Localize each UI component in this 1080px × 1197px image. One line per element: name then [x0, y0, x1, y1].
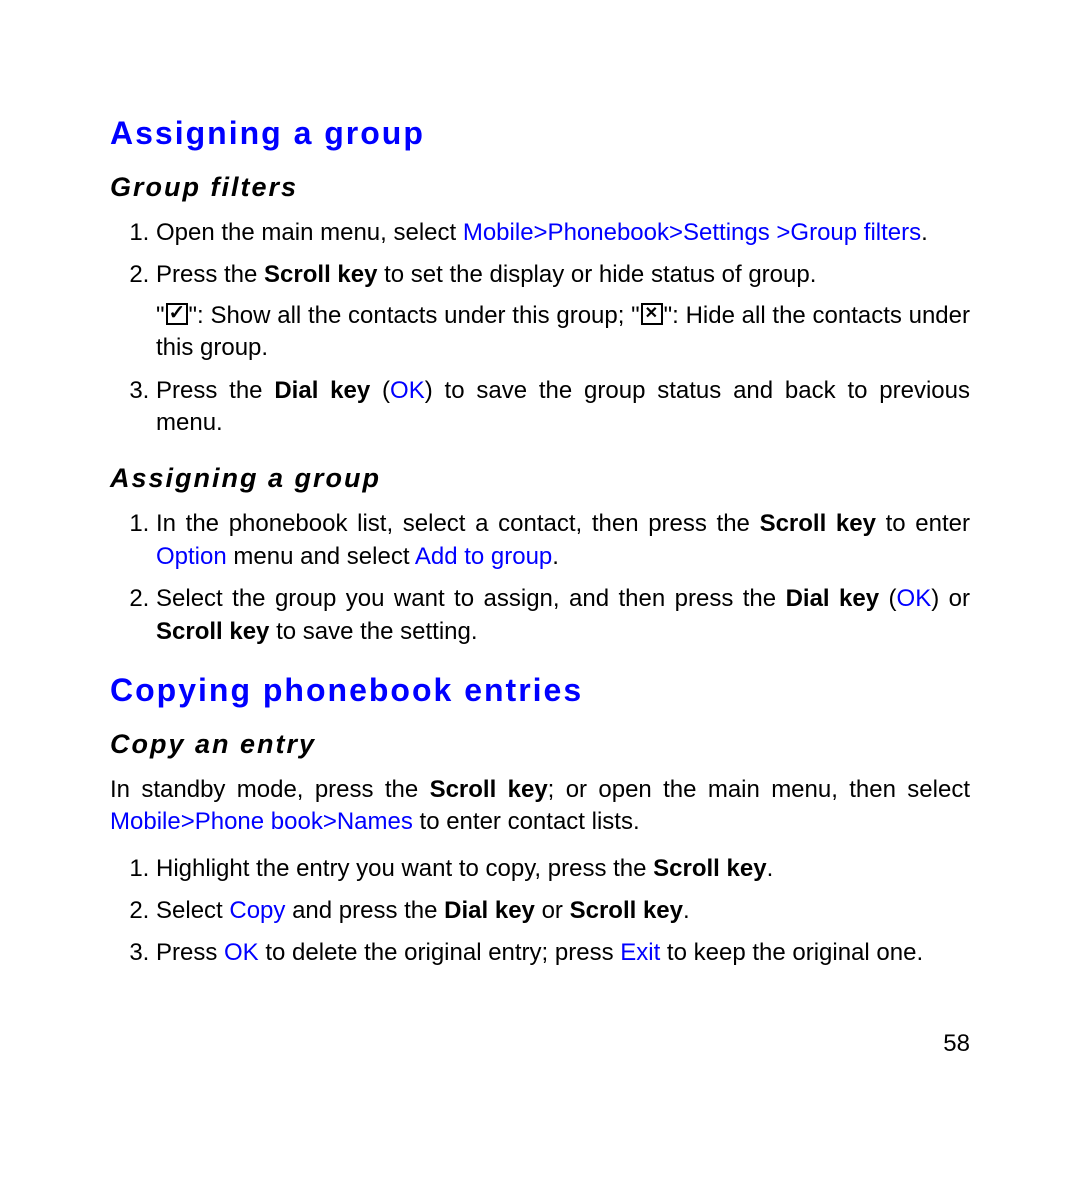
- list-item: Open the main menu, select Mobile>Phoneb…: [156, 217, 970, 249]
- text: .: [921, 219, 928, 246]
- key-name: Scroll key: [264, 261, 377, 288]
- text: Select the group you want to assign, and…: [156, 585, 786, 612]
- list-item: Press the Scroll key to set the display …: [156, 259, 970, 364]
- section-heading-copying-phonebook: Copying phonebook entries: [110, 672, 970, 709]
- text: to enter contact lists.: [413, 808, 640, 835]
- key-name: Dial key: [274, 377, 370, 404]
- page-number: 58: [110, 1030, 970, 1058]
- text: (: [879, 585, 896, 612]
- assigning-group-steps: In the phonebook list, select a contact,…: [110, 508, 970, 648]
- text: to save the setting.: [269, 618, 477, 645]
- menu-item: Add to group: [415, 543, 552, 570]
- key-name: Scroll key: [156, 618, 269, 645]
- copy-entry-steps: Highlight the entry you want to copy, pr…: [110, 853, 970, 970]
- group-filters-steps: Open the main menu, select Mobile>Phoneb…: [110, 217, 970, 439]
- text: ; or open the main menu, then select: [548, 776, 970, 803]
- list-item: Press OK to delete the original entry; p…: [156, 937, 970, 969]
- text: to enter: [876, 510, 970, 537]
- subsection-heading-copy-entry: Copy an entry: [110, 729, 970, 760]
- text: Select: [156, 897, 229, 924]
- softkey: OK: [224, 939, 259, 966]
- softkey: OK: [390, 377, 425, 404]
- key-name: Dial key: [444, 897, 535, 924]
- list-item: Press the Dial key (OK) to save the grou…: [156, 375, 970, 440]
- key-name: Scroll key: [570, 897, 683, 924]
- key-name: Scroll key: [653, 855, 766, 882]
- menu-path: Mobile>Phonebook>Settings >Group filters: [463, 219, 921, 246]
- list-item: Select the group you want to assign, and…: [156, 583, 970, 648]
- copy-entry-intro: In standby mode, press the Scroll key; o…: [110, 774, 970, 839]
- text: ) or: [931, 585, 970, 612]
- key-name: Scroll key: [760, 510, 876, 537]
- menu-path: Mobile>Phone book>Names: [110, 808, 413, 835]
- checked-box-icon: [166, 303, 188, 325]
- text: In the phonebook list, select a contact,…: [156, 510, 760, 537]
- menu-item: Option: [156, 543, 227, 570]
- step-note: " ": Show all the contacts under this gro…: [156, 300, 970, 365]
- key-name: Dial key: [786, 585, 880, 612]
- text: or: [535, 897, 570, 924]
- text: menu and select: [227, 543, 415, 570]
- text: ": [156, 302, 165, 329]
- text: ": Show all the contacts under this grou…: [189, 302, 640, 329]
- text: and press the: [285, 897, 444, 924]
- subsection-heading-assigning-group: Assigning a group: [110, 463, 970, 494]
- text: Highlight the entry you want to copy, pr…: [156, 855, 653, 882]
- list-item: Select Copy and press the Dial key or Sc…: [156, 895, 970, 927]
- text: .: [767, 855, 774, 882]
- softkey: Exit: [620, 939, 660, 966]
- menu-item: Copy: [229, 897, 285, 924]
- text: to set the display or hide status of gro…: [377, 261, 816, 288]
- text: .: [552, 543, 559, 570]
- text: (: [370, 377, 390, 404]
- text: Open the main menu, select: [156, 219, 463, 246]
- text: Press the: [156, 261, 264, 288]
- softkey: OK: [897, 585, 932, 612]
- text: Press the: [156, 377, 274, 404]
- list-item: Highlight the entry you want to copy, pr…: [156, 853, 970, 885]
- text: Press: [156, 939, 224, 966]
- section-heading-assigning-group: Assigning a group: [110, 115, 970, 152]
- x-box-icon: [641, 303, 663, 325]
- text: to delete the original entry; press: [259, 939, 621, 966]
- text: In standby mode, press the: [110, 776, 430, 803]
- key-name: Scroll key: [430, 776, 548, 803]
- list-item: In the phonebook list, select a contact,…: [156, 508, 970, 573]
- subsection-heading-group-filters: Group filters: [110, 172, 970, 203]
- text: .: [683, 897, 690, 924]
- document-page: Assigning a group Group filters Open the…: [0, 0, 1080, 1118]
- text: to keep the original one.: [660, 939, 923, 966]
